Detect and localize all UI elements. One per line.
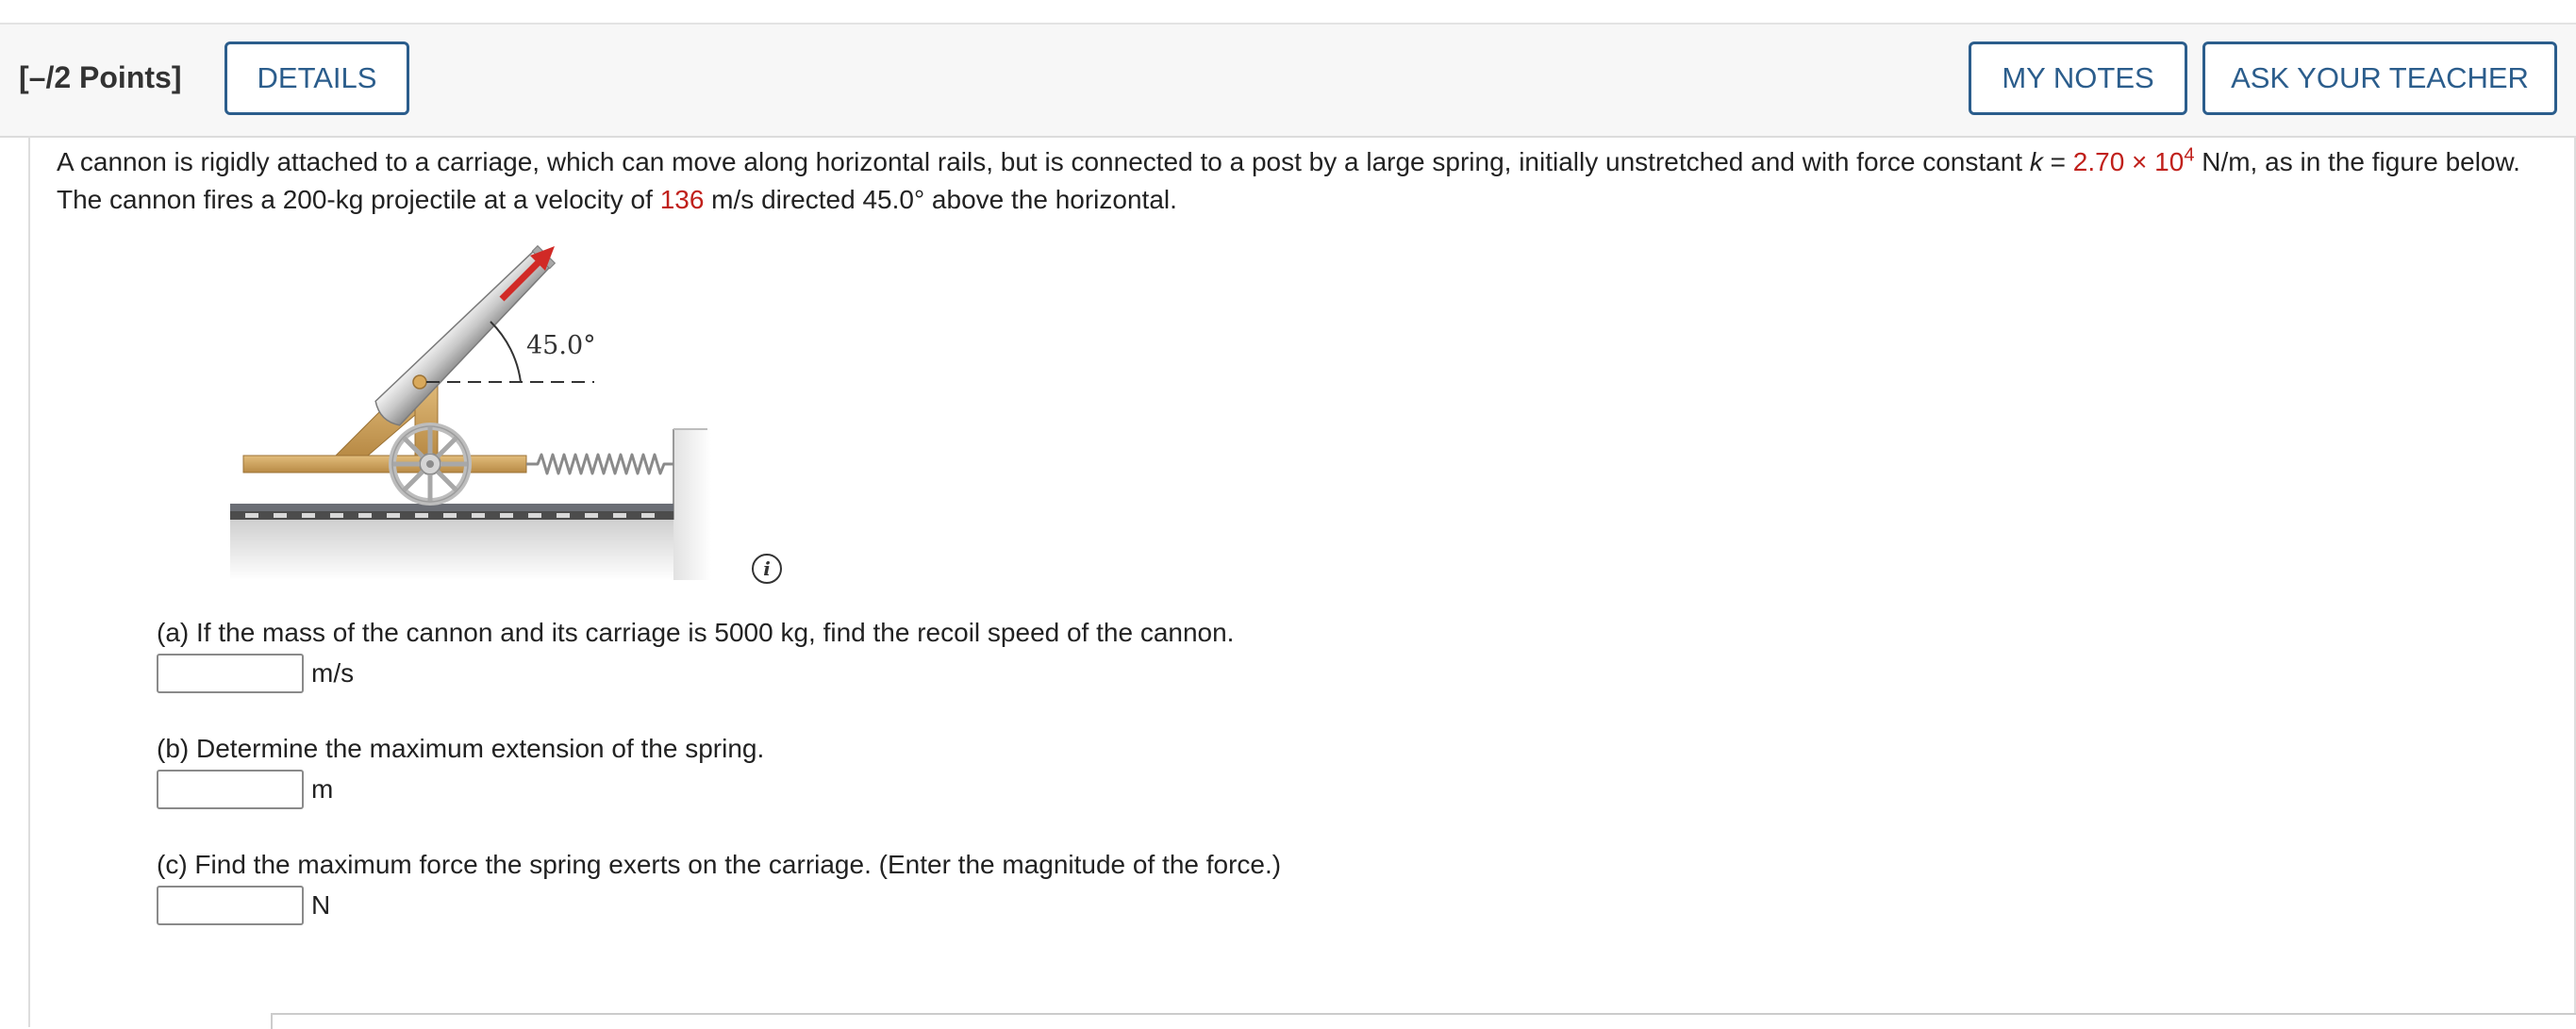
next-section-panel <box>271 1013 2576 1029</box>
part-a: (a) If the mass of the cannon and its ca… <box>157 616 1234 693</box>
spring-constant-exponent: 4 <box>2184 144 2195 166</box>
part-c-answer-input[interactable] <box>157 886 304 925</box>
floor-shadow <box>230 520 702 580</box>
part-b: (b) Determine the maximum extension of t… <box>157 732 764 809</box>
cannon-diagram: 45.0° <box>230 244 711 580</box>
points-label: [–/2 Points] <box>19 60 182 94</box>
spring-constant-value: 2.70 × 104 <box>2072 144 2195 176</box>
variable-k: k <box>2029 147 2043 176</box>
part-b-unit: m <box>311 774 334 804</box>
details-button[interactable]: DETAILS <box>224 41 409 115</box>
equals-sign: = <box>2042 147 2073 176</box>
part-b-answer-input[interactable] <box>157 770 304 809</box>
angle-label: 45.0° <box>526 331 596 360</box>
part-a-unit: m/s <box>311 658 355 688</box>
spring-constant-mantissa: 2.70 × 10 <box>2072 147 2185 176</box>
part-b-prompt: (b) Determine the maximum extension of t… <box>157 734 765 763</box>
part-c: (c) Find the maximum force the spring ex… <box>157 848 1281 925</box>
question-header: [–/2 Points] DETAILS MY NOTES ASK YOUR T… <box>0 25 2576 138</box>
rail-ties <box>245 513 655 518</box>
post-wall <box>673 429 711 580</box>
question-text-part1: A cannon is rigidly attached to a carria… <box>57 147 2030 176</box>
velocity-value: 136 <box>659 185 705 214</box>
rail <box>230 504 673 511</box>
ask-your-teacher-button[interactable]: ASK YOUR TEACHER <box>2202 41 2557 115</box>
wheel <box>389 423 472 506</box>
part-c-answer-row: N <box>157 886 1281 925</box>
part-a-answer-input[interactable] <box>157 654 304 693</box>
top-divider <box>0 0 2576 25</box>
trunnion <box>412 374 427 390</box>
question-text-part3: m/s directed 45.0° above the horizontal. <box>704 185 1177 214</box>
cannon-figure: 45.0° <box>226 241 726 580</box>
part-c-unit: N <box>311 890 331 920</box>
my-notes-button[interactable]: MY NOTES <box>1969 41 2187 115</box>
part-a-prompt: (a) If the mass of the cannon and its ca… <box>157 618 1235 647</box>
part-a-answer-row: m/s <box>157 654 1234 693</box>
part-c-prompt: (c) Find the maximum force the spring ex… <box>157 850 1282 879</box>
spring <box>526 453 673 475</box>
angle-arc <box>490 321 522 383</box>
carriage-beam <box>242 455 527 473</box>
question-text: A cannon is rigidly attached to a carria… <box>57 143 2547 219</box>
info-icon[interactable]: i <box>752 554 782 584</box>
part-b-answer-row: m <box>157 770 764 809</box>
